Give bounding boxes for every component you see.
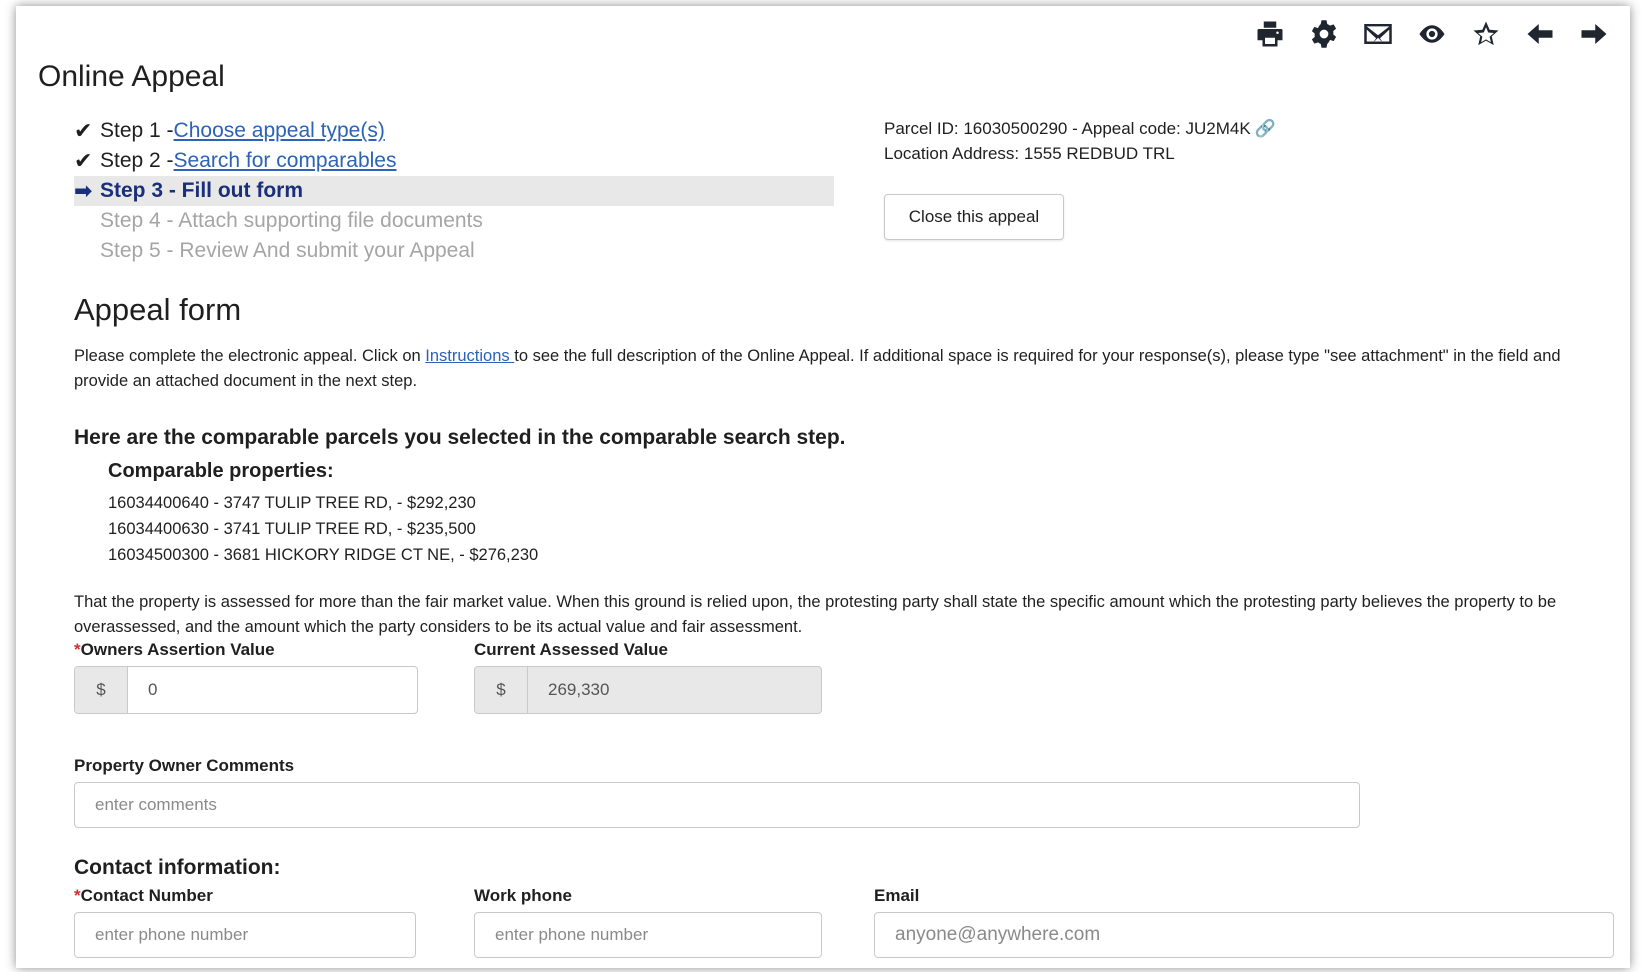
current-assessed-field: $ [474,666,822,714]
arrow-right-icon[interactable] [1578,18,1610,50]
print-icon[interactable] [1254,18,1286,50]
comments-input[interactable] [74,782,1360,828]
comments-label: Property Owner Comments [74,756,295,775]
currency-addon: $ [475,667,528,713]
link-icon[interactable]: 🔗 [1255,119,1276,138]
step-1-link[interactable]: Choose appeal type(s) [174,116,385,146]
required-mark: * [74,886,81,905]
page-title: Online Appeal [38,60,225,93]
owners-assertion-field: $ [74,666,418,714]
step-1-prefix: Step 1 - [100,119,174,142]
list-item: 16034400630 - 3741 TULIP TREE RD, - $235… [108,520,476,538]
close-appeal-button[interactable]: Close this appeal [884,194,1064,240]
step-3: ➡ Step 3 - Fill out form [74,176,834,206]
step-2: ✔ Step 2 - Search for comparables [74,146,834,176]
step-4: Step 4 - Attach supporting file document… [74,206,834,236]
mail-icon[interactable] [1362,18,1394,50]
email-label: Email [874,886,920,905]
email-input[interactable] [874,912,1614,958]
step-5-label: Step 5 - Review And submit your Appeal [100,239,475,262]
owners-assertion-label: *Owners Assertion Value [74,640,275,659]
gear-icon[interactable] [1308,18,1340,50]
required-mark: * [74,640,81,659]
comparables-subheading: Comparable properties: [108,460,334,482]
current-assessed-input [528,667,821,713]
step-2-link[interactable]: Search for comparables [174,146,397,176]
parcel-id-line: Parcel ID: 16030500290 - Appeal code: JU… [884,119,1276,138]
work-phone-input[interactable] [474,912,822,958]
instructions-text: Please complete the electronic appeal. C… [74,347,1561,390]
comparables-list: 16034400640 - 3747 TULIP TREE RD, - $292… [108,490,538,568]
parcel-info: Parcel ID: 16030500290 - Appeal code: JU… [884,116,1276,166]
arrow-left-icon[interactable] [1524,18,1556,50]
form-title: Appeal form [74,292,242,327]
owners-assertion-input[interactable] [128,667,417,713]
list-item: 16034400640 - 3747 TULIP TREE RD, - $292… [108,494,476,512]
contact-heading: Contact information: [74,856,281,879]
checkmark-icon: ✔ [74,148,93,173]
contact-number-input[interactable] [74,912,416,958]
step-2-prefix: Step 2 - [100,149,174,172]
step-4-label: Step 4 - Attach supporting file document… [100,209,483,232]
arrow-right-icon: ➡ [74,178,93,203]
app-frame: Online Appeal ✔ Step 1 - Choose appeal t… [16,6,1630,968]
contact-number-label: *Contact Number [74,886,213,905]
step-3-label: Step 3 - Fill out form [100,179,303,202]
instructions-link[interactable]: Instructions [425,347,514,365]
location-address: Location Address: 1555 REDBUD TRL [884,144,1175,163]
checkmark-icon: ✔ [74,118,93,143]
comparables-heading: Here are the comparable parcels you sele… [74,426,846,449]
list-item: 16034500300 - 3681 HICKORY RIDGE CT NE, … [108,546,539,564]
step-1: ✔ Step 1 - Choose appeal type(s) [74,116,834,146]
star-icon[interactable] [1470,18,1502,50]
step-list: ✔ Step 1 - Choose appeal type(s) ✔ Step … [74,116,834,266]
eye-icon[interactable] [1416,18,1448,50]
currency-addon: $ [75,667,128,713]
toolbar [1254,18,1610,50]
step-5: Step 5 - Review And submit your Appeal [74,236,834,266]
appeal-ground-text: That the property is assessed for more t… [74,593,1557,636]
current-assessed-label: Current Assessed Value [474,640,669,659]
work-phone-label: Work phone [474,886,572,905]
